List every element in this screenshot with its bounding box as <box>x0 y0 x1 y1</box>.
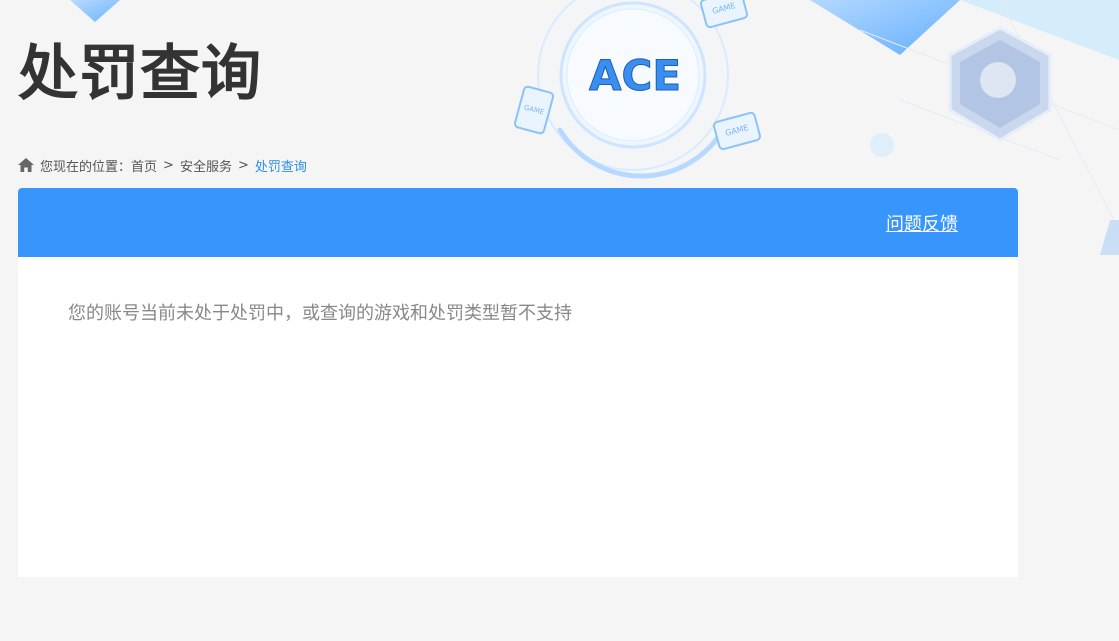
panel-body: 您的账号当前未处于处罚中，或查询的游戏和处罚类型暂不支持 <box>18 257 1018 367</box>
game-badge-icon: GAME <box>512 84 556 136</box>
page-title: 处罚查询 <box>18 39 262 109</box>
game-badge-label: GAME <box>711 1 737 16</box>
game-badge-label: GAME <box>724 123 750 138</box>
ace-logo-icon: ACE <box>588 51 681 101</box>
game-badge-icon: GAME <box>711 110 763 152</box>
breadcrumb-home-link[interactable]: 首页 <box>131 156 157 175</box>
feedback-link[interactable]: 问题反馈 <box>886 210 958 236</box>
breadcrumb-separator: > <box>237 157 249 173</box>
panel-header: 问题反馈 <box>18 188 1018 257</box>
breadcrumb: 您现在的位置： 首页 > 安全服务 > 处罚查询 <box>18 155 307 175</box>
breadcrumb-separator: > <box>163 157 174 173</box>
page: ACE GAME GAME GAME 处罚查询 您现在的位置： 首页 > 安全服… <box>0 0 1119 641</box>
breadcrumb-prefix: 您现在的位置： <box>40 159 132 175</box>
logo-text: ACE <box>589 51 681 100</box>
result-panel: 问题反馈 您的账号当前未处于处罚中，或查询的游戏和处罚类型暂不支持 <box>18 188 1018 577</box>
game-badge-label: GAME <box>522 103 546 117</box>
status-message: 您的账号当前未处于处罚中，或查询的游戏和处罚类型暂不支持 <box>68 303 572 324</box>
home-icon <box>18 158 34 172</box>
breadcrumb-current: 处罚查询 <box>254 159 307 175</box>
game-badge-icon: GAME <box>698 0 750 30</box>
breadcrumb-security-link[interactable]: 安全服务 <box>180 156 232 175</box>
